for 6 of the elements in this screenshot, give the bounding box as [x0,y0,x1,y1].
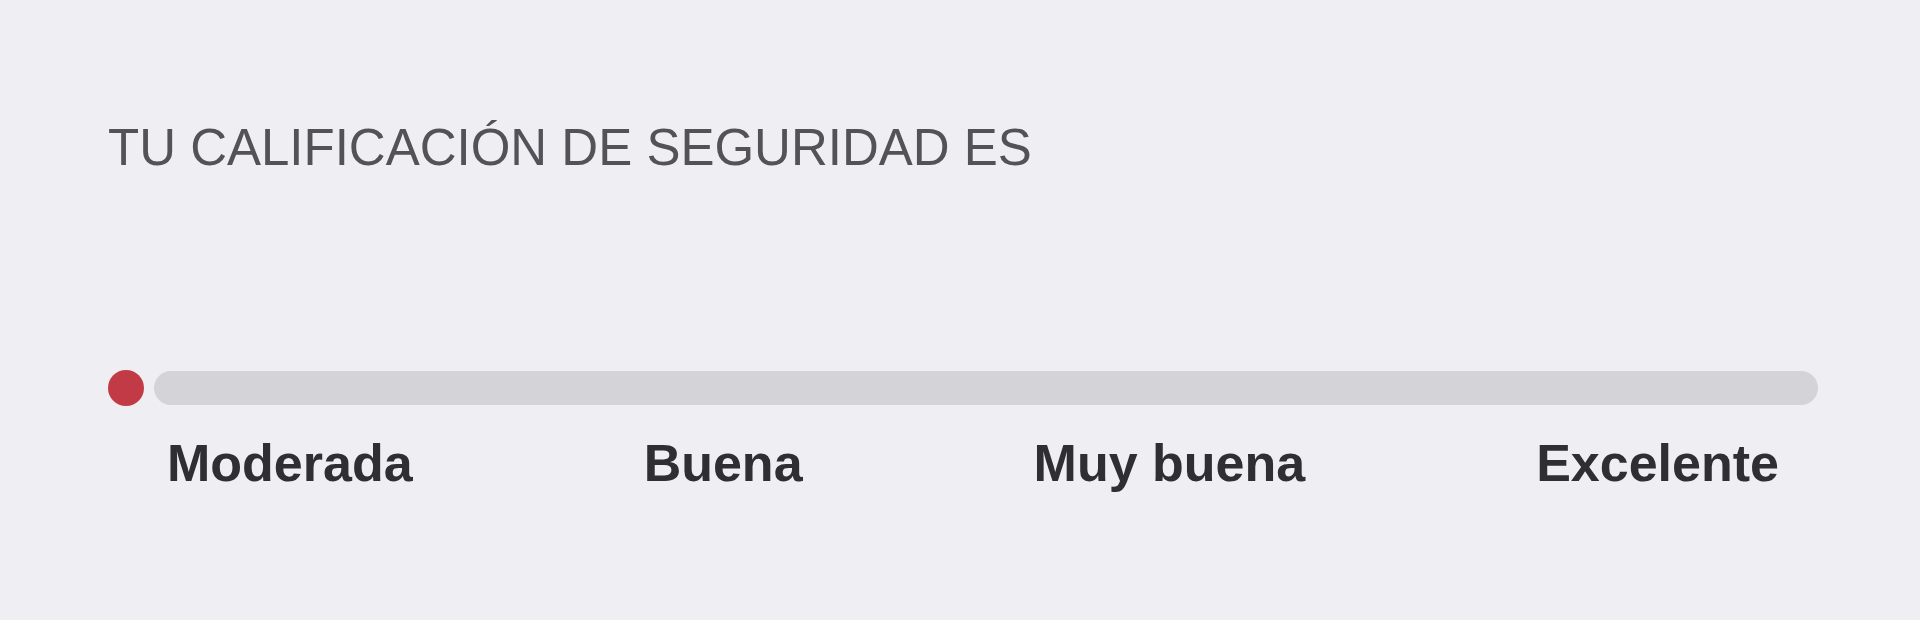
rating-label: Excelente [1536,435,1779,493]
rating-label: Moderada [167,435,413,493]
rating-dot-icon [108,370,144,406]
rating-label: Muy buena [1033,435,1306,493]
section-title: TU CALIFICACIÓN DE SEGURIDAD ES [108,122,1033,173]
rating-label: Buena [643,435,803,493]
